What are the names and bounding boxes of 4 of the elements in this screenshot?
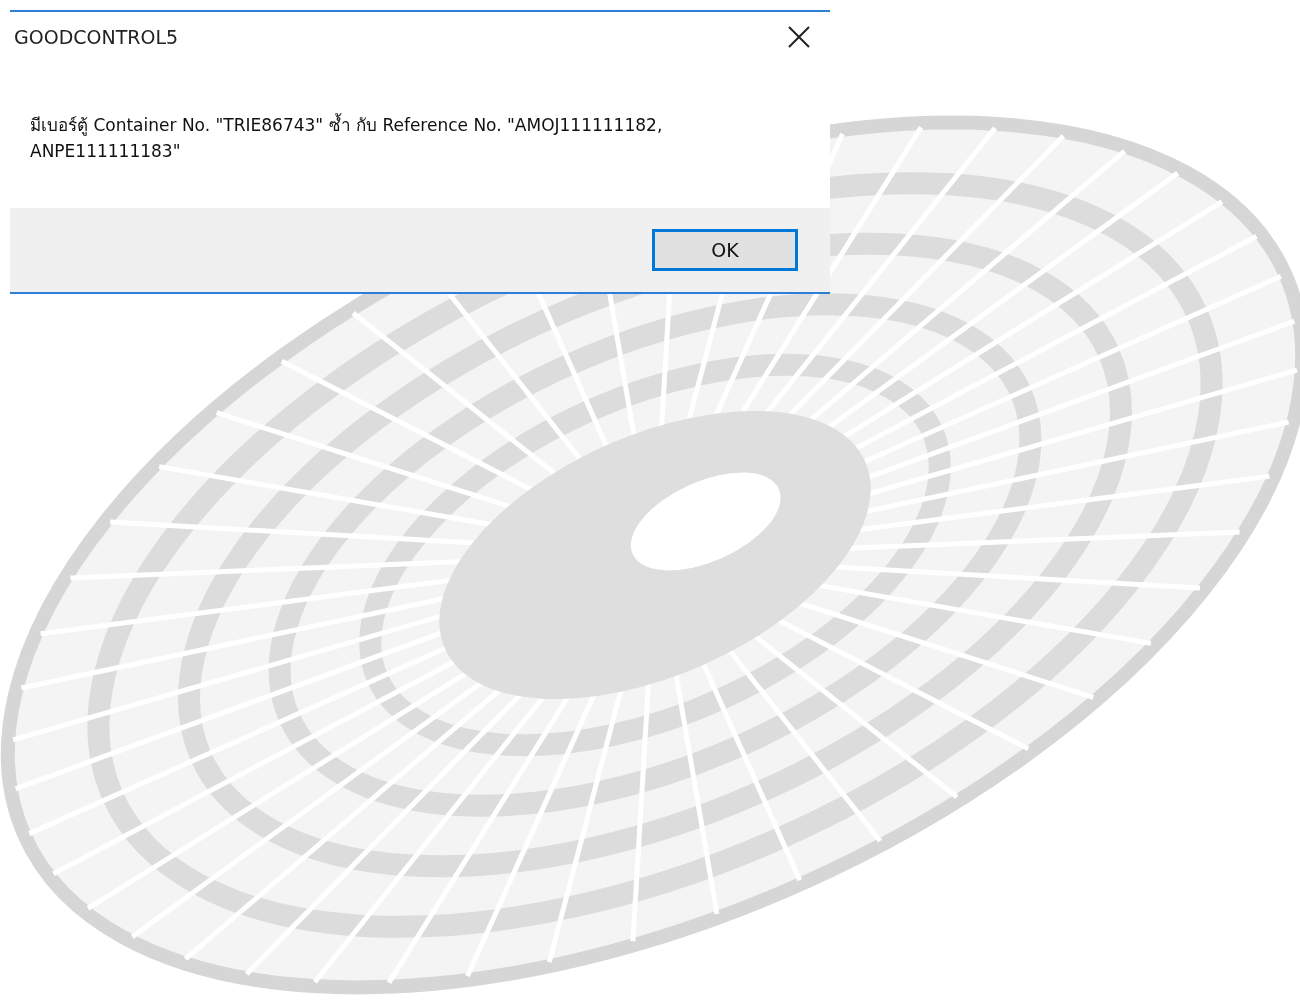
ok-button[interactable]: OK	[652, 229, 798, 271]
close-icon[interactable]	[786, 24, 812, 50]
message-text: มีเบอร์ตู้ Container No. "TRIE86743" ซ้ำ กับ Reference No. "AMOJ111111182, ANPE111111183"	[30, 112, 664, 163]
dialog-title: GOODCONTROL5	[14, 24, 179, 50]
